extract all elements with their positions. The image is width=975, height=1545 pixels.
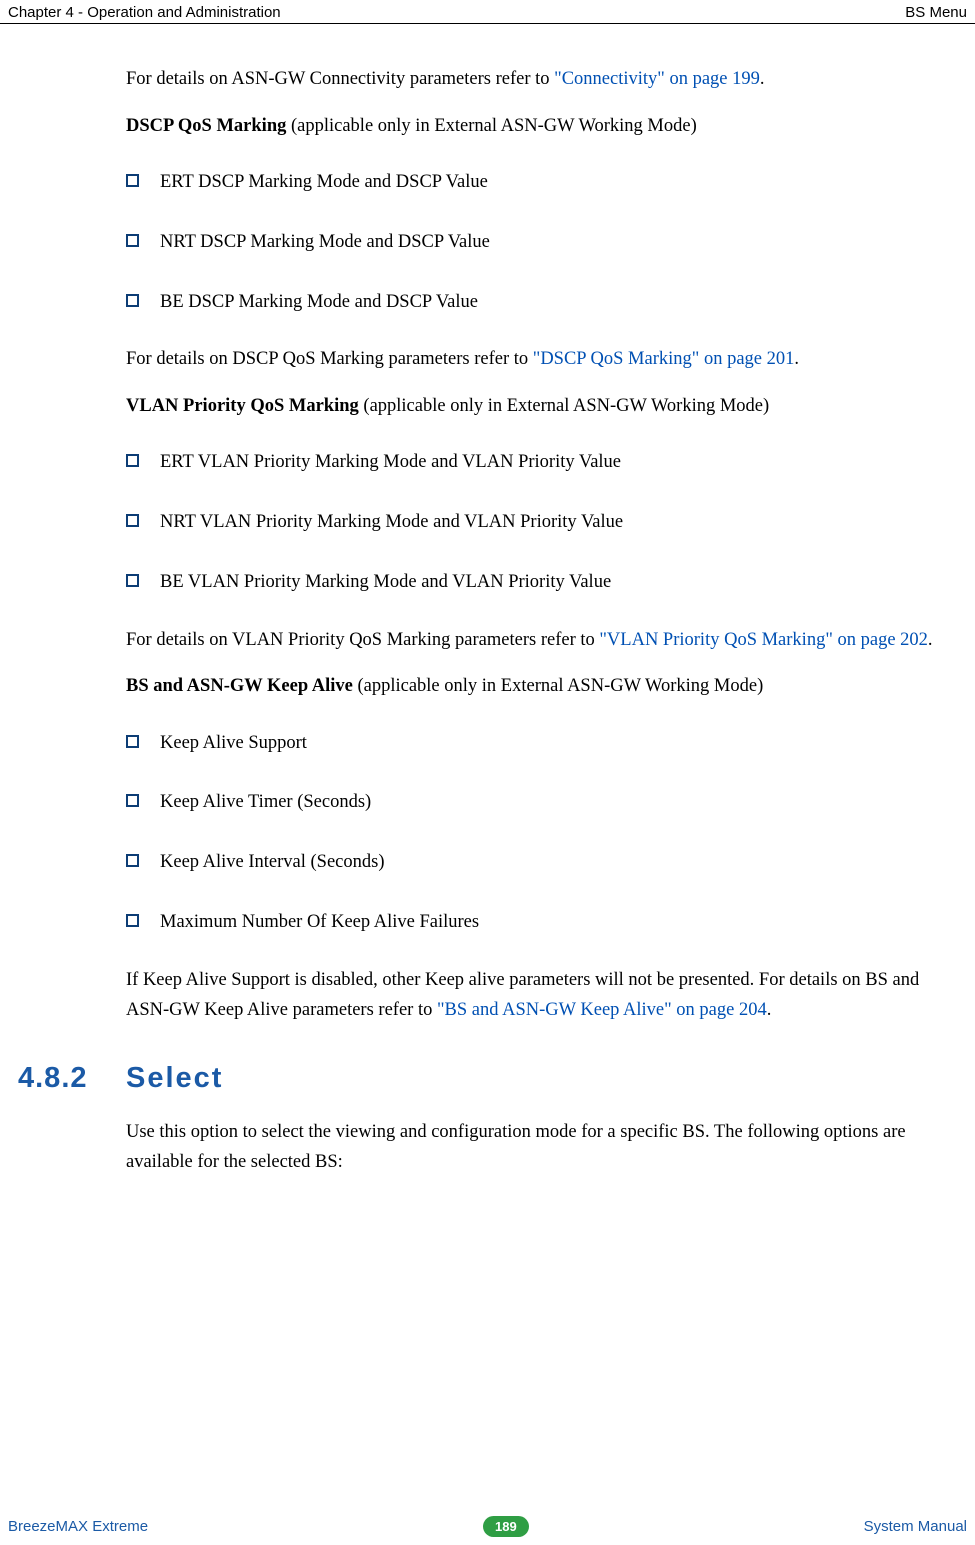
list-item-label: ERT VLAN Priority Marking Mode and VLAN … <box>160 452 621 472</box>
header-section: BS Menu <box>905 4 967 21</box>
text: . <box>928 630 933 650</box>
page-number-badge: 189 <box>483 1516 529 1537</box>
heading-rest: (applicable only in External ASN-GW Work… <box>359 396 769 416</box>
square-bullet-icon <box>126 735 139 748</box>
list-item: Keep Alive Timer (Seconds) <box>126 789 943 817</box>
heading-bold: BS and ASN-GW Keep Alive <box>126 676 353 696</box>
square-bullet-icon <box>126 294 139 307</box>
heading-dscp: DSCP QoS Marking (applicable only in Ext… <box>126 111 943 142</box>
square-bullet-icon <box>126 234 139 247</box>
list-item: BE VLAN Priority Marking Mode and VLAN P… <box>126 569 943 597</box>
square-bullet-icon <box>126 794 139 807</box>
paragraph-dscp: For details on DSCP QoS Marking paramete… <box>126 344 943 375</box>
heading-rest: (applicable only in External ASN-GW Work… <box>286 116 696 136</box>
section-heading: 4.8.2 Select <box>18 1062 943 1095</box>
heading-bold: DSCP QoS Marking <box>126 116 286 136</box>
link-keepalive[interactable]: "BS and ASN-GW Keep Alive" on page 204 <box>437 1000 767 1020</box>
link-connectivity[interactable]: "Connectivity" on page 199 <box>554 69 760 89</box>
list-item: ERT VLAN Priority Marking Mode and VLAN … <box>126 449 943 477</box>
square-bullet-icon <box>126 914 139 927</box>
text: . <box>760 69 765 89</box>
square-bullet-icon <box>126 454 139 467</box>
list-vlan: ERT VLAN Priority Marking Mode and VLAN … <box>126 449 943 596</box>
text: For details on DSCP QoS Marking paramete… <box>126 349 533 369</box>
footer-doc-title: System Manual <box>864 1518 967 1535</box>
list-item-label: BE DSCP Marking Mode and DSCP Value <box>160 292 478 312</box>
text: For details on ASN-GW Connectivity param… <box>126 69 554 89</box>
heading-vlan: VLAN Priority QoS Marking (applicable on… <box>126 391 943 422</box>
footer-product: BreezeMAX Extreme <box>8 1518 148 1535</box>
square-bullet-icon <box>126 174 139 187</box>
list-item-label: NRT DSCP Marking Mode and DSCP Value <box>160 232 490 252</box>
text: . <box>794 349 799 369</box>
list-item-label: BE VLAN Priority Marking Mode and VLAN P… <box>160 572 611 592</box>
list-item: ERT DSCP Marking Mode and DSCP Value <box>126 169 943 197</box>
list-item-label: Keep Alive Timer (Seconds) <box>160 792 371 812</box>
paragraph-vlan: For details on VLAN Priority QoS Marking… <box>126 625 943 656</box>
paragraph-connectivity: For details on ASN-GW Connectivity param… <box>126 64 943 95</box>
list-item-label: ERT DSCP Marking Mode and DSCP Value <box>160 172 488 192</box>
heading-rest: (applicable only in External ASN-GW Work… <box>353 676 763 696</box>
heading-keepalive: BS and ASN-GW Keep Alive (applicable onl… <box>126 671 943 702</box>
paragraph-select: Use this option to select the viewing an… <box>126 1117 943 1178</box>
square-bullet-icon <box>126 574 139 587</box>
link-dscp[interactable]: "DSCP QoS Marking" on page 201 <box>533 349 795 369</box>
list-item: BE DSCP Marking Mode and DSCP Value <box>126 289 943 317</box>
list-item: Keep Alive Support <box>126 730 943 758</box>
heading-bold: VLAN Priority QoS Marking <box>126 396 359 416</box>
section-number: 4.8.2 <box>18 1062 126 1095</box>
page-content: For details on ASN-GW Connectivity param… <box>0 24 975 1178</box>
page-footer: BreezeMAX Extreme 189 System Manual <box>0 1516 975 1537</box>
square-bullet-icon <box>126 514 139 527</box>
link-vlan[interactable]: "VLAN Priority QoS Marking" on page 202 <box>599 630 928 650</box>
text: . <box>767 1000 772 1020</box>
paragraph-keepalive: If Keep Alive Support is disabled, other… <box>126 965 943 1026</box>
page-header: Chapter 4 - Operation and Administration… <box>0 0 975 24</box>
header-chapter: Chapter 4 - Operation and Administration <box>8 4 281 21</box>
section-title: Select <box>126 1062 223 1095</box>
list-item-label: NRT VLAN Priority Marking Mode and VLAN … <box>160 512 623 532</box>
list-item-label: Keep Alive Interval (Seconds) <box>160 852 385 872</box>
list-dscp: ERT DSCP Marking Mode and DSCP Value NRT… <box>126 169 943 316</box>
list-keepalive: Keep Alive Support Keep Alive Timer (Sec… <box>126 730 943 937</box>
list-item: Maximum Number Of Keep Alive Failures <box>126 909 943 937</box>
list-item-label: Maximum Number Of Keep Alive Failures <box>160 912 479 932</box>
list-item-label: Keep Alive Support <box>160 733 307 753</box>
text: For details on VLAN Priority QoS Marking… <box>126 630 599 650</box>
list-item: NRT DSCP Marking Mode and DSCP Value <box>126 229 943 257</box>
list-item: Keep Alive Interval (Seconds) <box>126 849 943 877</box>
square-bullet-icon <box>126 854 139 867</box>
list-item: NRT VLAN Priority Marking Mode and VLAN … <box>126 509 943 537</box>
